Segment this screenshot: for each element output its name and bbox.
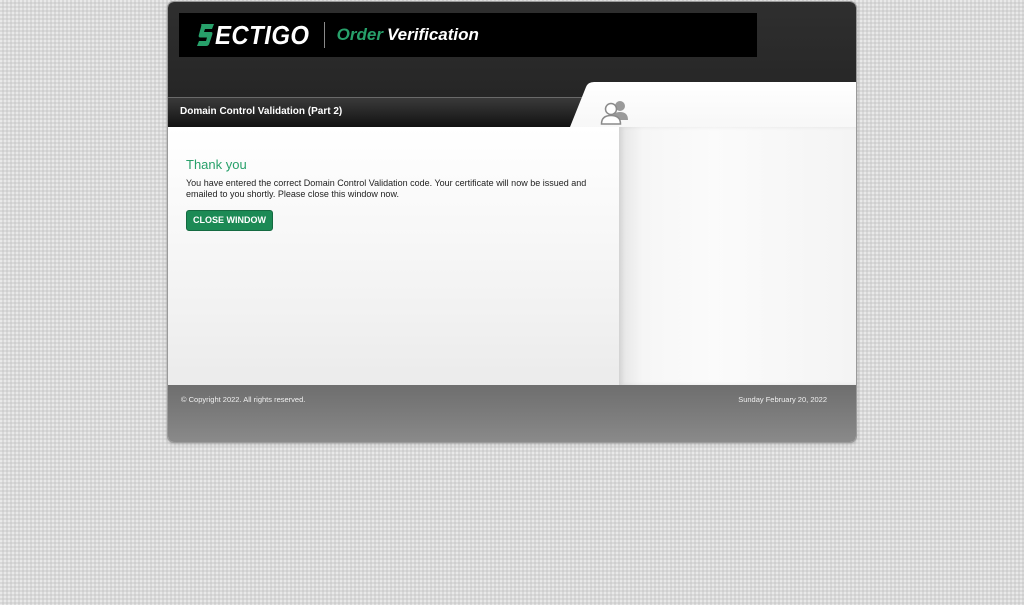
copyright-text: © Copyright 2022. All rights reserved. (181, 395, 306, 404)
logo-text: ECTIGO (215, 19, 310, 50)
title-order: Order (336, 25, 383, 44)
header-divider (323, 22, 325, 48)
sectigo-logo: ECTIGO (197, 13, 318, 57)
footer-date: Sunday February 20, 2022 (738, 395, 827, 404)
section-title: Domain Control Validation (Part 2) (180, 106, 343, 117)
verification-window: ECTIGO Order Verification Domain Control… (168, 2, 856, 442)
title-verification: Verification (386, 25, 479, 44)
sectigo-s-logo-icon (197, 24, 214, 46)
footer: © Copyright 2022. All rights reserved. S… (168, 385, 856, 442)
close-window-button[interactable]: CLOSE WINDOW (186, 210, 273, 231)
users-icon (600, 101, 628, 125)
confirmation-message: You have entered the correct Domain Cont… (186, 178, 587, 199)
content-area: Thank you You have entered the correct D… (168, 127, 856, 385)
brand-bar: ECTIGO Order Verification (179, 13, 757, 57)
right-side-panel (619, 127, 856, 385)
thank-you-heading: Thank you (186, 157, 247, 172)
